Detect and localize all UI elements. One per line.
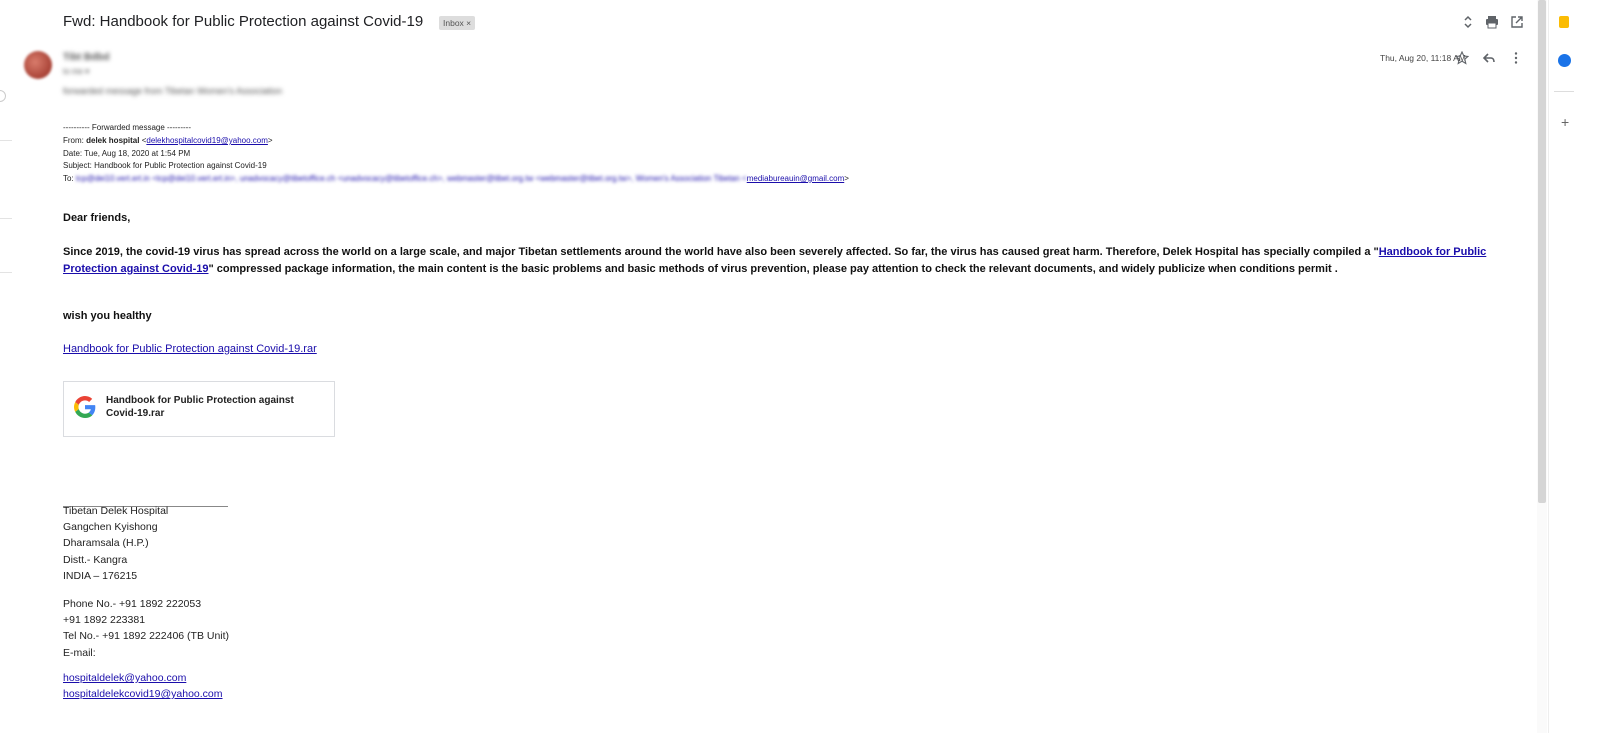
rail-divider — [1554, 91, 1574, 92]
open-new-window-icon[interactable] — [1510, 15, 1524, 29]
sender-avatar[interactable] — [24, 51, 52, 79]
print-icon[interactable] — [1485, 15, 1499, 29]
add-addon-icon[interactable]: + — [1561, 114, 1569, 130]
scrollbar-thumb[interactable] — [1538, 0, 1546, 503]
signature-line: Gangchen Kyishong — [63, 521, 158, 533]
message-date: Thu, Aug 20, 11:18 AM — [1380, 53, 1466, 63]
recipient-details-toggle[interactable]: to me ▾ — [63, 67, 89, 76]
expand-all-icon[interactable] — [1461, 15, 1475, 29]
to-label: To: — [63, 174, 76, 183]
from-label: From: — [63, 136, 87, 145]
signature-line: INDIA – 176215 — [63, 570, 138, 582]
signature-phone: Phone No.- +91 1892 222053 — [63, 598, 202, 610]
reply-icon[interactable] — [1482, 51, 1496, 65]
signature-phone: +91 1892 223381 — [63, 614, 146, 626]
to-recipients-blurred[interactable]: tcp@dei10.vert.ert.in <tcp@dei10.vert.er… — [76, 174, 747, 183]
from-email-link[interactable]: delekhospitalcovid19@yahoo.com — [146, 136, 268, 145]
closing-text: wish you healthy — [63, 310, 152, 322]
more-options-icon[interactable] — [1509, 51, 1523, 65]
forwarded-divider: ---------- Forwarded message --------- — [63, 123, 191, 132]
email-subject: Fwd: Handbook for Public Protection agai… — [63, 13, 424, 30]
attachment-filename: Handbook for Public Protection against C… — [106, 395, 294, 419]
rar-download-link[interactable]: Handbook for Public Protection against C… — [63, 343, 317, 355]
body-paragraph: Since 2019, the covid-19 virus has sprea… — [63, 244, 1513, 277]
left-rail-divider — [0, 140, 12, 141]
forwarded-date: Date: Tue, Aug 18, 2020 at 1:54 PM — [63, 149, 191, 158]
forwarded-from: From: delek hospital <delekhospitalcovid… — [63, 136, 273, 145]
inbox-label-chip[interactable]: Inbox × — [439, 16, 476, 30]
attachment-card[interactable]: Handbook for Public Protection against C… — [63, 381, 335, 437]
left-rail-divider — [0, 272, 12, 273]
signature-line: Dharamsala (H.P.) — [63, 537, 149, 549]
signature-email-link[interactable]: hospitaldelek@yahoo.com — [63, 672, 186, 684]
body-text-start: Since 2019, the covid-19 virus has sprea… — [63, 246, 1379, 258]
signature-phone: Tel No.- +91 1892 222406 (TB Unit) — [63, 630, 230, 642]
forward-intro-text: forwarded message from Tibetan Women's A… — [63, 86, 283, 96]
tasks-icon[interactable] — [1558, 54, 1571, 67]
forwarded-subject: Subject: Handbook for Public Protection … — [63, 161, 267, 170]
signature-email-label: E-mail: — [63, 647, 96, 659]
signature-line: Distt.- Kangra — [63, 554, 128, 566]
from-name: delek hospital — [86, 136, 140, 145]
signature-email-link[interactable]: hospitaldelekcovid19@yahoo.com — [63, 688, 223, 700]
star-icon[interactable] — [1455, 51, 1469, 65]
sender-name[interactable]: Tibt Bdbd — [63, 52, 109, 63]
body-text-end: " compressed package information, the ma… — [208, 262, 1338, 275]
left-rail-divider — [0, 218, 12, 219]
from-bracket-close: > — [267, 136, 273, 145]
google-g-icon — [74, 396, 96, 418]
keep-icon[interactable] — [1559, 16, 1569, 28]
to-bracket-close: > — [844, 174, 849, 183]
to-email-link[interactable]: mediabureauin@gmail.com — [747, 174, 845, 183]
forwarded-to: To: tcp@dei10.vert.ert.in <tcp@dei10.ver… — [63, 174, 849, 183]
signature-line: Tibetan Delek Hospital — [63, 505, 169, 517]
left-rail-icon[interactable] — [0, 90, 6, 102]
side-panel-rail: + — [1548, 0, 1600, 733]
greeting: Dear friends, — [63, 212, 131, 224]
